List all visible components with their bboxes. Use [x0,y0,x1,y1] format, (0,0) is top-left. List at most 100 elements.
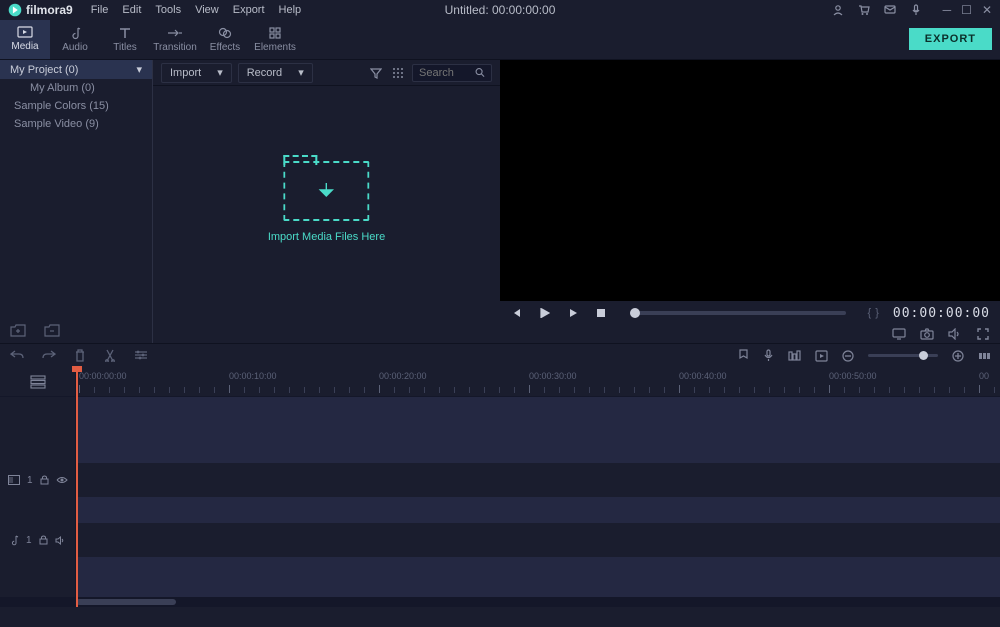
preview-canvas[interactable] [500,60,1000,301]
tab-elements[interactable]: Elements [250,20,300,59]
video-track-number: 1 [27,475,33,486]
ruler-tick: 00:00:00:00 [79,371,127,381]
redo-button[interactable] [42,349,56,362]
edit-tools-button[interactable] [134,349,148,362]
split-markers: { } [868,307,879,319]
video-track-icon [8,475,20,485]
zoom-out-icon[interactable] [842,350,854,362]
close-button[interactable]: ✕ [982,3,992,17]
zoom-in-icon[interactable] [952,350,964,362]
tab-effects[interactable]: Effects [200,20,250,59]
import-folder-icon [284,161,370,221]
track-area[interactable]: 1 1 [0,397,1000,597]
tab-audio[interactable]: Audio [50,20,100,59]
record-dropdown[interactable]: Record ▾ [238,63,313,83]
mark-out-icon[interactable]: } [875,307,879,319]
audio-track-number: 1 [26,535,32,546]
split-button[interactable] [104,349,116,362]
audio-tab-icon [68,26,82,40]
ruler-tick: 00:00:50:00 [829,371,877,381]
main-menu: File Edit Tools View Export Help [91,4,301,16]
track-manager-button[interactable] [0,367,76,396]
lock-icon[interactable] [39,535,48,545]
sidebar-bottom-actions [10,324,60,337]
cart-icon[interactable] [857,3,871,17]
timeline-ruler[interactable]: 00:00:00:00 00:00:10:00 00:00:20:00 00:0… [76,367,1000,396]
ruler-tick: 00:00:30:00 [529,371,577,381]
ruler-tick: 00:00:20:00 [379,371,427,381]
tab-transition[interactable]: Transition [150,20,200,59]
media-sidebar: My Project (0) ▾ My Album (0) Sample Col… [0,60,152,343]
delete-button[interactable] [74,349,86,362]
filter-icon[interactable] [368,67,384,79]
ruler-tick: 00:00:40:00 [679,371,727,381]
maximize-button[interactable]: ☐ [961,3,972,17]
media-search[interactable] [412,64,492,82]
import-dropdown[interactable]: Import ▾ [161,63,232,83]
titlebar-right: ─ ☐ ✕ [831,3,992,17]
sidebar-item-sample-video[interactable]: Sample Video (9) [0,115,152,133]
fullscreen-icon[interactable] [976,328,990,340]
new-folder-icon[interactable] [10,324,26,337]
menu-edit[interactable]: Edit [122,4,141,16]
sidebar-item-sample-colors[interactable]: Sample Colors (15) [0,97,152,115]
seek-bar[interactable] [630,311,846,315]
media-panel: Import ▾ Record ▾ Import Media Files Her… [152,60,500,343]
menu-view[interactable]: View [195,4,219,16]
app-name: filmora9 [26,3,73,17]
play-button[interactable] [566,308,580,318]
audio-mixer-icon[interactable] [788,350,801,362]
mark-in-icon[interactable]: { [868,307,872,319]
menu-export[interactable]: Export [233,4,265,16]
snapshot-icon[interactable] [920,328,934,340]
main-toolbar: Media Audio Titles Transition Effects El… [0,20,1000,60]
search-input[interactable] [419,67,475,79]
import-drop-label: Import Media Files Here [268,231,385,243]
minimize-button[interactable]: ─ [943,3,952,17]
delete-folder-icon[interactable] [44,324,60,337]
prev-frame-button[interactable] [510,308,524,318]
audio-track-row: 1 [0,523,1000,557]
chevron-down-icon: ▾ [298,66,304,79]
sidebar-item-my-project[interactable]: My Project (0) ▾ [0,60,152,79]
volume-icon[interactable] [948,328,962,340]
import-drop-zone[interactable]: Import Media Files Here [268,161,385,243]
account-icon[interactable] [831,3,845,17]
preview-bottom-bar [500,325,1000,343]
timeline-scrollbar[interactable] [0,597,1000,607]
tab-titles[interactable]: Titles [100,20,150,59]
play-pause-button[interactable] [538,308,552,318]
sidebar-item-my-album[interactable]: My Album (0) [0,79,152,97]
marker-icon[interactable] [738,349,749,362]
grid-view-icon[interactable] [390,67,406,79]
audio-track-head[interactable]: 1 [0,523,76,557]
seek-knob[interactable] [630,308,640,318]
scrollbar-thumb[interactable] [76,599,176,605]
track-gutter [0,397,76,597]
stop-button[interactable] [594,308,608,318]
mute-icon[interactable] [55,536,66,545]
export-button[interactable]: EXPORT [909,28,992,50]
media-tab-icon [17,25,33,39]
video-track-head[interactable]: 1 [0,463,76,497]
undo-button[interactable] [10,349,24,362]
render-preview-icon[interactable] [815,350,828,362]
zoom-slider[interactable] [868,354,938,357]
tracks-canvas[interactable] [76,397,1000,597]
snapshot-to-monitor-icon[interactable] [892,328,906,340]
mic-icon[interactable] [909,3,923,17]
ruler-tick: 00 [979,371,989,381]
playhead[interactable] [76,367,78,607]
voiceover-icon[interactable] [763,349,774,362]
message-icon[interactable] [883,3,897,17]
menu-file[interactable]: File [91,4,109,16]
tab-media[interactable]: Media [0,20,50,59]
timeline: 00:00:00:00 00:00:10:00 00:00:20:00 00:0… [0,367,1000,607]
menu-tools[interactable]: Tools [155,4,181,16]
visibility-icon[interactable] [56,476,68,484]
zoom-knob[interactable] [919,351,928,360]
zoom-fit-icon[interactable] [978,350,990,362]
menu-help[interactable]: Help [279,4,302,16]
lock-icon[interactable] [40,475,49,485]
app-logo: filmora9 [8,3,73,17]
